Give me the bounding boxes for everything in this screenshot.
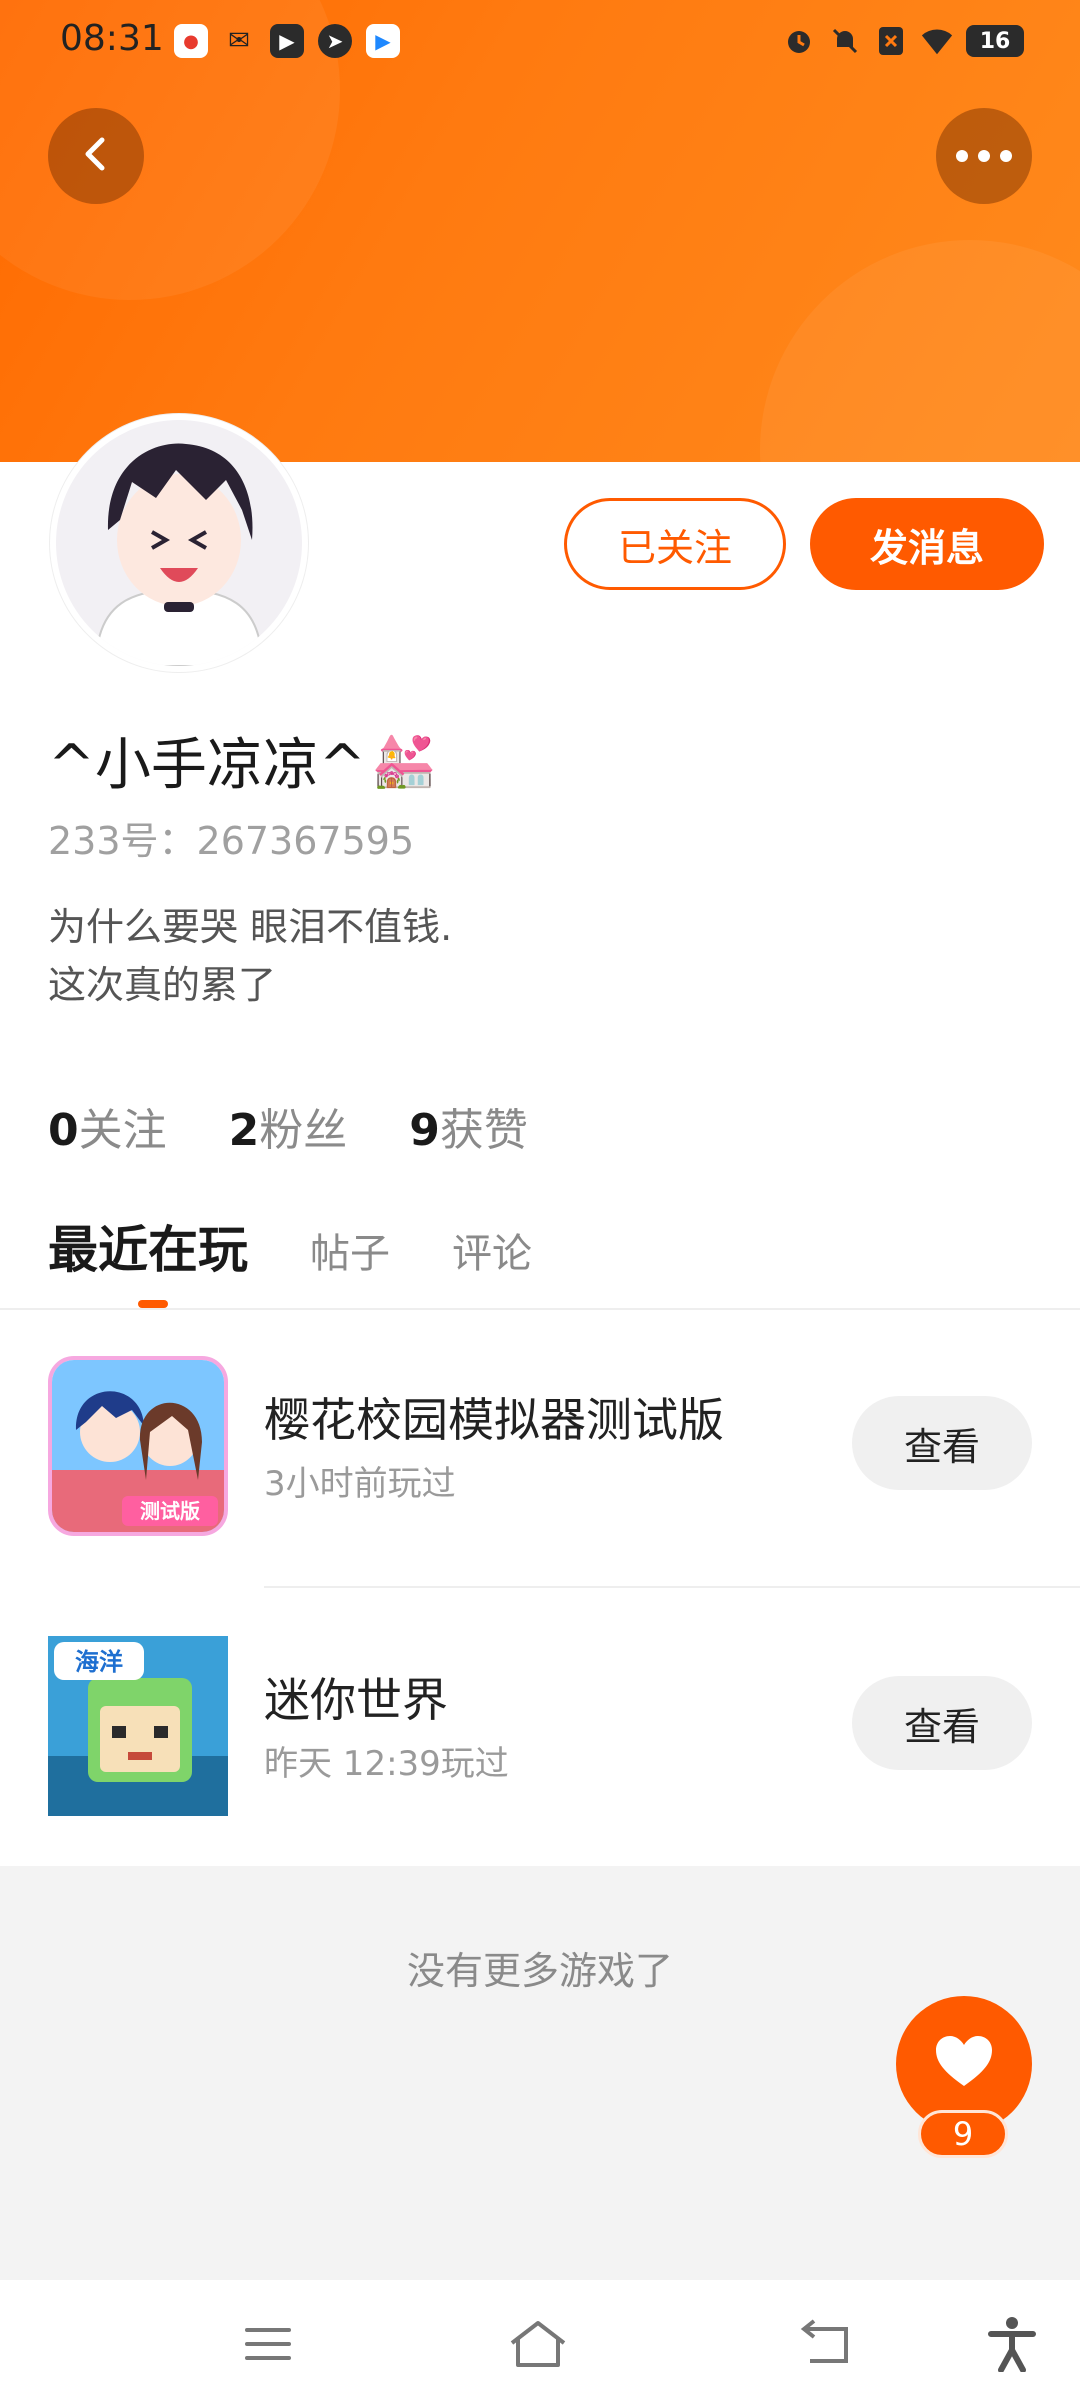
heart-icon	[934, 2034, 994, 2094]
bio-line: 这次真的累了	[48, 963, 277, 1007]
status-bar: 08:31 ● ✉ ▶ ➤ ▶ 16	[0, 0, 1080, 84]
user-id: 233号：267367595	[48, 819, 415, 863]
tab-posts[interactable]: 帖子	[310, 1221, 390, 1279]
sim-off-icon	[874, 24, 908, 58]
fans-stat[interactable]: 2粉丝	[229, 1094, 348, 1158]
following-label: 关注	[78, 1105, 167, 1156]
mute-icon	[828, 24, 862, 58]
back-icon[interactable]	[794, 2312, 858, 2376]
back-button[interactable]	[48, 108, 144, 204]
user-bio: 为什么要哭 眼泪不值钱. 这次真的累了	[48, 898, 452, 1014]
more-dots-icon	[956, 150, 1012, 162]
game-list-item[interactable]: 海洋 迷你世界 昨天 12:39玩过 查看	[0, 1620, 1080, 1820]
menu-icon[interactable]	[236, 2312, 300, 2376]
chapel-emoji-icon: 💒	[371, 731, 437, 791]
tab-comments[interactable]: 评论	[452, 1221, 532, 1279]
likes-stat[interactable]: 9获赞	[409, 1094, 528, 1158]
game-list-item[interactable]: 测试版 樱花校园模拟器测试版 3小时前玩过 查看	[0, 1340, 1080, 1540]
divider	[0, 1308, 1080, 1310]
fans-label: 粉丝	[259, 1105, 348, 1156]
home-icon[interactable]	[506, 2312, 570, 2376]
likes-count: 9	[409, 1105, 440, 1156]
bio-line: 为什么要哭 眼泪不值钱.	[48, 905, 453, 949]
active-tab-indicator	[138, 1300, 168, 1308]
game-last-played: 昨天 12:39玩过	[264, 1744, 509, 1784]
tab-recently-played[interactable]: 最近在玩	[48, 1210, 248, 1282]
fans-count: 2	[228, 1105, 260, 1156]
chevron-left-icon	[74, 132, 118, 180]
following-button[interactable]: 已关注	[564, 498, 786, 590]
following-stat[interactable]: 0关注	[48, 1094, 167, 1158]
user-avatar[interactable]	[50, 414, 308, 672]
view-game-button[interactable]: 查看	[852, 1396, 1032, 1490]
divider	[264, 1586, 1080, 1588]
game-title: 迷你世界	[264, 1673, 448, 1727]
sakura-school-game-icon: 测试版	[48, 1356, 228, 1536]
more-options-button[interactable]	[936, 108, 1032, 204]
username: ^小手凉凉^ 💒	[48, 720, 437, 801]
status-notification-icons: ● ✉ ▶ ➤ ▶	[174, 24, 400, 58]
mini-world-game-icon: 海洋	[48, 1636, 228, 1816]
compass-app-icon: ➤	[318, 24, 352, 58]
status-time: 08:31	[60, 18, 164, 59]
toutiao-app-icon: ●	[174, 24, 208, 58]
following-count: 0	[48, 1105, 79, 1156]
wifi-icon	[920, 24, 954, 58]
status-system-icons: 16	[782, 24, 1024, 58]
play-app-icon: ▶	[366, 24, 400, 58]
system-navigation-bar	[0, 2280, 1080, 2408]
likes-label: 获赞	[439, 1105, 528, 1156]
game-title: 樱花校园模拟器测试版	[264, 1393, 724, 1447]
like-count-badge: 9	[918, 2110, 1008, 2158]
view-game-button[interactable]: 查看	[852, 1676, 1032, 1770]
video-app-icon: ▶	[270, 24, 304, 58]
accessibility-icon[interactable]	[980, 2312, 1044, 2376]
send-message-button[interactable]: 发消息	[810, 498, 1044, 590]
game-last-played: 3小时前玩过	[264, 1464, 456, 1504]
alarm-icon	[782, 24, 816, 58]
battery-indicator: 16	[966, 25, 1024, 57]
game-icon-badge-text: 海洋	[75, 1648, 123, 1676]
game-icon-badge-text: 测试版	[140, 1499, 200, 1523]
username-text: ^小手凉凉^	[48, 733, 366, 798]
profile-stats: 0关注 2粉丝 9获赞	[48, 1094, 528, 1158]
wechat-icon: ✉	[228, 26, 250, 56]
no-more-games-text: 没有更多游戏了	[406, 1949, 673, 1993]
profile-tabs: 最近在玩 帖子 评论	[48, 1210, 532, 1282]
